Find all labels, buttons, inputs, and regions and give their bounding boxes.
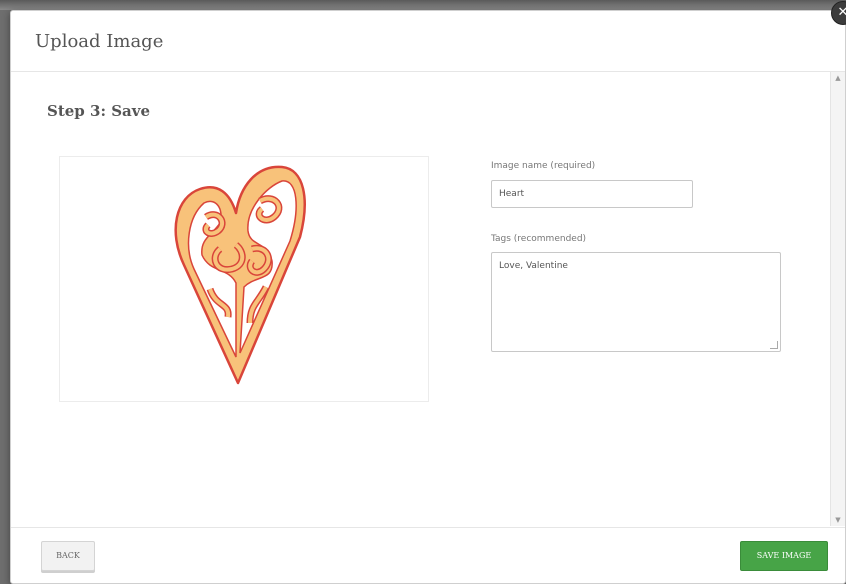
resize-handle-icon[interactable] <box>770 341 778 349</box>
save-image-button[interactable]: SAVE IMAGE <box>740 541 828 571</box>
heart-image <box>174 165 306 385</box>
dialog-scrollbar[interactable]: ▲ ▼ <box>830 72 845 526</box>
upload-image-dialog: Upload Image ✕ Step 3: Save Image name (… <box>10 1 846 584</box>
dialog-title: Upload Image <box>35 31 164 52</box>
scroll-up-icon[interactable]: ▲ <box>831 72 845 84</box>
image-name-label: Image name (required) <box>491 161 596 171</box>
image-preview <box>59 156 429 402</box>
tags-value: Love, Valentine <box>499 261 568 271</box>
dialog-header: Upload Image <box>11 11 845 72</box>
tags-field[interactable]: Love, Valentine <box>491 252 781 352</box>
dialog-body: Step 3: Save Image name (required) Heart… <box>11 72 845 526</box>
back-button[interactable]: BACK <box>41 541 95 571</box>
backdrop <box>0 0 846 10</box>
tags-label: Tags (recommended) <box>491 234 587 244</box>
scroll-down-icon[interactable]: ▼ <box>831 514 845 526</box>
dialog-footer: BACK SAVE IMAGE <box>11 527 845 584</box>
image-name-field[interactable]: Heart <box>491 180 693 208</box>
step-title: Step 3: Save <box>47 102 151 120</box>
